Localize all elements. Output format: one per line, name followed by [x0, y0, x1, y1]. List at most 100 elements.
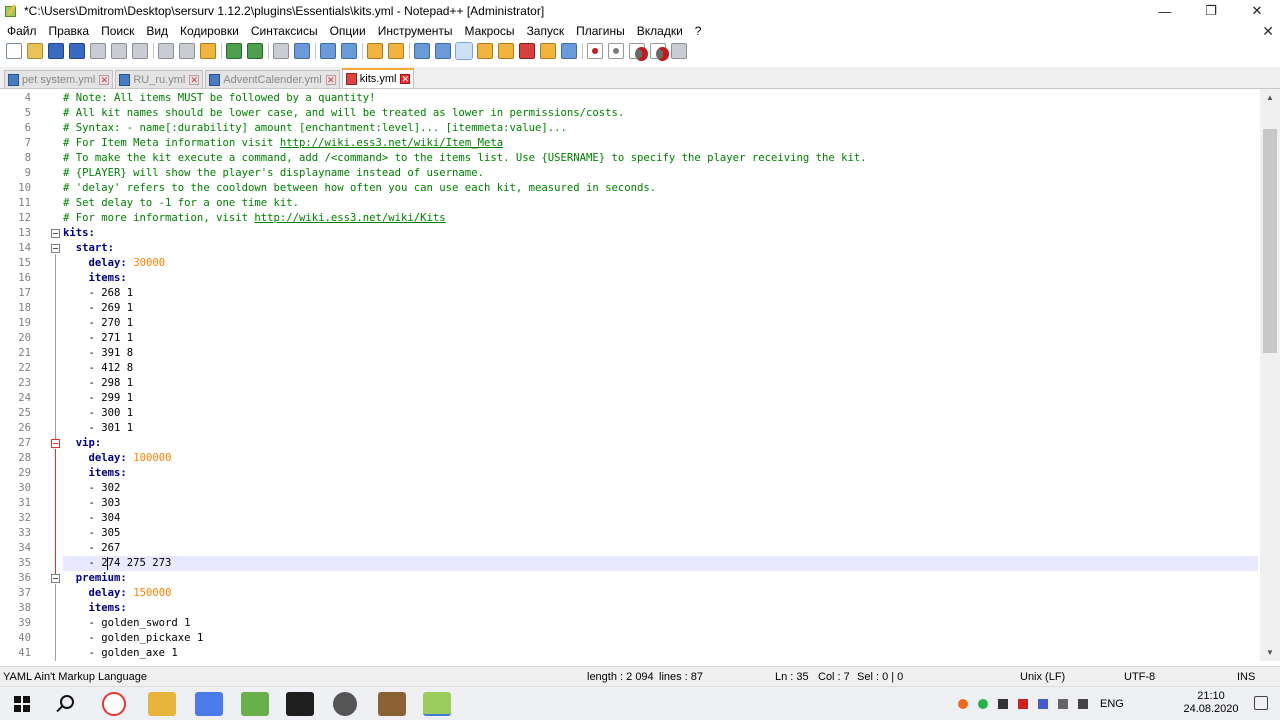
restore-button[interactable]: ❐	[1188, 0, 1234, 22]
minecraft-icon[interactable]	[378, 692, 406, 716]
code-line[interactable]: items:	[63, 601, 1258, 616]
minimize-button[interactable]: —	[1142, 0, 1188, 22]
menu-settings[interactable]: Опции	[324, 24, 372, 38]
word-wrap-icon[interactable]	[414, 43, 430, 59]
network-icon[interactable]	[1058, 699, 1068, 709]
document-map-icon[interactable]	[498, 43, 514, 59]
tab-pet-system[interactable]: pet system.yml ✕	[4, 70, 114, 88]
scroll-up-arrow-icon[interactable]: ▲	[1260, 89, 1280, 106]
code-line[interactable]: # Syntax: - name[:durability] amount [en…	[63, 121, 1258, 136]
code-line[interactable]: - golden_sword 1	[63, 616, 1258, 631]
code-line[interactable]: - golden_pickaxe 1	[63, 631, 1258, 646]
fold-toggle-icon[interactable]	[51, 574, 60, 583]
scrollbar-thumb[interactable]	[1263, 129, 1277, 353]
zoom-out-icon[interactable]	[341, 43, 357, 59]
code-line[interactable]: - 305	[63, 526, 1258, 541]
print-icon[interactable]	[132, 43, 148, 59]
code-line[interactable]: - 270 1	[63, 316, 1258, 331]
discord-icon[interactable]	[195, 692, 223, 716]
zoom-in-icon[interactable]	[320, 43, 336, 59]
save-macro-icon[interactable]	[671, 43, 687, 59]
search-icon[interactable]	[60, 695, 74, 709]
code-line[interactable]: vip:	[63, 436, 1258, 451]
code-line[interactable]: - 298 1	[63, 376, 1258, 391]
open-file-icon[interactable]	[27, 43, 43, 59]
code-line[interactable]: # For Item Meta information visit http:/…	[63, 136, 1258, 151]
code-line[interactable]: kits:	[63, 226, 1258, 241]
input-language[interactable]: ENG	[1100, 698, 1124, 710]
sync-vertical-icon[interactable]	[367, 43, 383, 59]
volume-icon[interactable]	[1078, 699, 1088, 709]
undo-icon[interactable]	[226, 43, 242, 59]
tab-close-icon[interactable]: ✕	[189, 74, 200, 85]
stop-recording-icon[interactable]	[608, 43, 624, 59]
menu-help[interactable]: ?	[689, 24, 708, 38]
menu-tabs[interactable]: Вкладки	[631, 24, 689, 38]
run-macro-multiple-icon[interactable]	[650, 43, 669, 61]
tray-app-icon[interactable]	[958, 699, 968, 709]
code-line[interactable]: - 299 1	[63, 391, 1258, 406]
tab-close-icon[interactable]: ✕	[99, 74, 110, 85]
code-line[interactable]: - 412 8	[63, 361, 1258, 376]
show-all-characters-icon[interactable]	[435, 43, 451, 59]
redo-icon[interactable]	[247, 43, 263, 59]
code-line[interactable]: - 300 1	[63, 406, 1258, 421]
status-eol[interactable]: Unix (LF)	[1020, 667, 1065, 687]
cut-icon[interactable]	[158, 43, 174, 59]
code-line[interactable]: # {PLAYER} will show the player's displa…	[63, 166, 1258, 181]
code-line[interactable]: - 303	[63, 496, 1258, 511]
user-defined-language-icon[interactable]	[477, 43, 493, 59]
record-macro-icon[interactable]	[587, 43, 603, 59]
monitoring-icon[interactable]	[561, 43, 577, 59]
menu-file[interactable]: Файл	[0, 24, 43, 38]
indent-guide-icon[interactable]	[455, 42, 473, 60]
new-file-icon[interactable]	[6, 43, 22, 59]
find-icon[interactable]	[273, 43, 289, 59]
tab-close-icon[interactable]: ✕	[400, 74, 411, 84]
vertical-scrollbar[interactable]: ▲ ▼	[1260, 89, 1280, 661]
code-line[interactable]: items:	[63, 466, 1258, 481]
code-line[interactable]: - golden_axe 1	[63, 646, 1258, 661]
function-list-icon[interactable]	[519, 43, 535, 59]
tray-app-icon[interactable]	[998, 699, 1008, 709]
code-line[interactable]: # Note: All items MUST be followed by a …	[63, 91, 1258, 106]
notifications-icon[interactable]	[1254, 696, 1268, 710]
tray-app-icon[interactable]	[1018, 699, 1028, 709]
code-line[interactable]: delay: 30000	[63, 256, 1258, 271]
tray-app-icon[interactable]	[978, 699, 988, 709]
tab-kits[interactable]: kits.yml ✕	[341, 68, 415, 88]
code-line[interactable]: - 302	[63, 481, 1258, 496]
code-line[interactable]: # 'delay' refers to the cooldown between…	[63, 181, 1258, 196]
menu-plugins[interactable]: Плагины	[570, 24, 631, 38]
save-icon[interactable]	[48, 43, 64, 59]
close-document-icon[interactable]: ✕	[1262, 22, 1274, 40]
menu-encoding[interactable]: Кодировки	[174, 24, 245, 38]
menu-tools[interactable]: Инструменты	[372, 24, 459, 38]
editor-area[interactable]: 4 5 6 7 8 9 10 11 12 13 14 15 16 17 18 19 20 21 22 23 24 25 26…	[0, 89, 1280, 661]
close-file-icon[interactable]	[90, 43, 106, 59]
tab-close-icon[interactable]: ✕	[325, 74, 336, 85]
code-line[interactable]: items:	[63, 271, 1258, 286]
yandex-browser-icon[interactable]	[102, 692, 126, 716]
tray-app-icon[interactable]	[1038, 699, 1048, 709]
close-button[interactable]: ✕	[1234, 0, 1280, 22]
file-explorer-icon[interactable]	[148, 692, 176, 716]
code-line[interactable]: delay: 150000	[63, 586, 1258, 601]
code-text-area[interactable]: # Note: All items MUST be followed by a …	[63, 89, 1259, 661]
command-prompt-icon[interactable]	[286, 692, 314, 716]
code-line[interactable]: # Set delay to -1 for a one time kit.	[63, 196, 1258, 211]
play-macro-icon[interactable]	[629, 43, 648, 61]
fold-toggle-icon[interactable]	[51, 229, 60, 238]
fold-toggle-icon[interactable]	[51, 439, 60, 448]
tab-ru-ru[interactable]: RU_ru.yml ✕	[115, 70, 204, 88]
windows-start-icon[interactable]	[14, 696, 30, 712]
tab-advent-calender[interactable]: AdventCalender.yml ✕	[205, 70, 340, 88]
code-line[interactable]: - 301 1	[63, 421, 1258, 436]
menu-view[interactable]: Вид	[140, 24, 174, 38]
sync-horizontal-icon[interactable]	[388, 43, 404, 59]
replace-icon[interactable]	[294, 43, 310, 59]
status-insert-mode[interactable]: INS	[1237, 667, 1255, 687]
close-all-icon[interactable]	[111, 43, 127, 59]
notepadpp-taskbar-icon[interactable]	[423, 692, 451, 716]
code-line[interactable]: premium:	[63, 571, 1258, 586]
